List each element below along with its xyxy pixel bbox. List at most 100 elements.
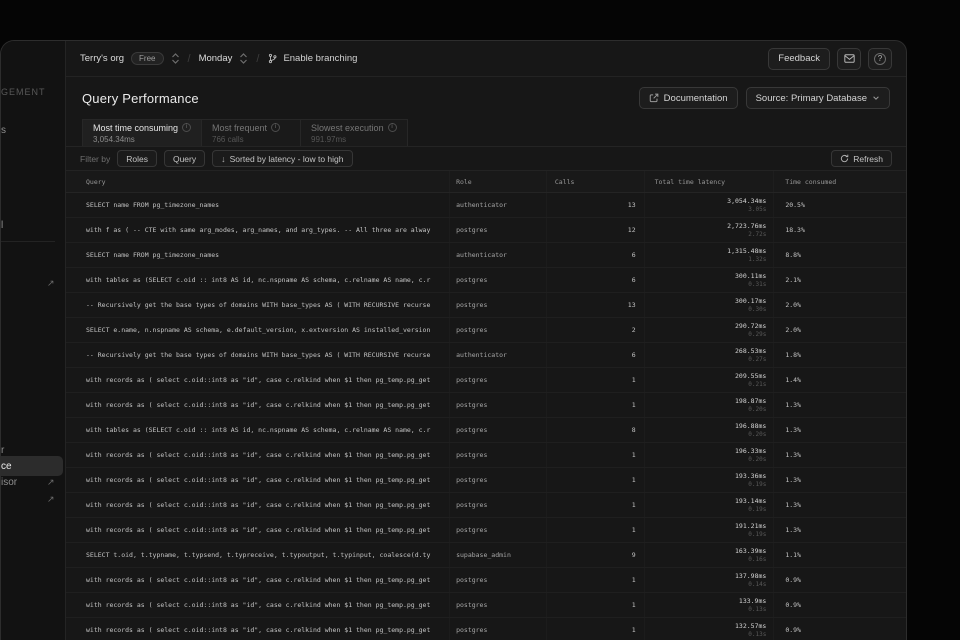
tab-most-time-consuming[interactable]: Most time consumingi 3,054.34ms: [82, 119, 202, 146]
query-cell: with records as ( select c.oid::int8 as …: [66, 443, 450, 467]
time-consumed-cell: 2.0%: [774, 318, 906, 342]
filter-by-label: Filter by: [80, 154, 110, 164]
tab-label: Most frequent: [212, 123, 267, 133]
total-time-cell: 198.87ms0.20s: [645, 393, 775, 417]
time-consumed-cell: 2.1%: [774, 268, 906, 292]
external-link-icon[interactable]: ↗: [47, 494, 55, 505]
enable-branching-label: Enable branching: [283, 53, 357, 64]
table-row[interactable]: with records as ( select c.oid::int8 as …: [66, 393, 906, 418]
external-link-icon[interactable]: ↗: [47, 278, 55, 289]
query-cell: -- Recursively get the base types of dom…: [66, 343, 450, 367]
calls-cell: 1: [547, 568, 645, 592]
sidebar-item-label: ce: [1, 461, 12, 472]
sidebar: GEMENT s l ↗ r ce isor ↗ ↗: [1, 41, 66, 640]
table-row[interactable]: with records as ( select c.oid::int8 as …: [66, 443, 906, 468]
calls-cell: 13: [547, 193, 645, 217]
sidebar-item[interactable]: l: [1, 220, 3, 231]
project-name[interactable]: Monday: [199, 53, 233, 64]
role-cell: postgres: [450, 618, 547, 640]
time-consumed-cell: 1.4%: [774, 368, 906, 392]
table-row[interactable]: -- Recursively get the base types of dom…: [66, 293, 906, 318]
table-row[interactable]: with f as ( -- CTE with same arg_modes, …: [66, 218, 906, 243]
chevron-updown-icon[interactable]: [239, 53, 248, 64]
refresh-button[interactable]: Refresh: [831, 150, 892, 167]
calls-cell: 6: [547, 243, 645, 267]
total-time-cell: 196.33ms0.20s: [645, 443, 775, 467]
tab-slowest-execution[interactable]: Slowest executioni 991.97ms: [300, 119, 408, 146]
chevron-down-icon: [872, 94, 880, 102]
sidebar-item-active[interactable]: ce: [1, 456, 63, 476]
table-row[interactable]: with tables as (SELECT c.oid :: int8 AS …: [66, 268, 906, 293]
total-time-cell: 132.57ms0.13s: [645, 618, 775, 640]
source-select[interactable]: Source: Primary Database: [746, 87, 890, 109]
calls-cell: 6: [547, 268, 645, 292]
tab-bar: Most time consumingi 3,054.34ms Most fre…: [66, 119, 906, 147]
documentation-label: Documentation: [664, 93, 728, 104]
sidebar-item[interactable]: r: [1, 445, 4, 456]
time-consumed-cell: 1.8%: [774, 343, 906, 367]
calls-cell: 8: [547, 418, 645, 442]
calls-cell: 1: [547, 368, 645, 392]
refresh-label: Refresh: [853, 154, 883, 164]
enable-branching-button[interactable]: Enable branching: [267, 53, 357, 64]
tab-value: 3,054.34ms: [93, 135, 191, 144]
external-link-icon[interactable]: ↗: [47, 477, 55, 488]
tab-label: Slowest execution: [311, 123, 384, 133]
refresh-icon: [840, 154, 849, 163]
table-header: Query Role Calls Total time latency Time…: [66, 171, 906, 193]
time-consumed-cell: 1.3%: [774, 418, 906, 442]
role-cell: authenticator: [450, 193, 547, 217]
external-link-icon: [649, 93, 659, 103]
table-row[interactable]: with records as ( select c.oid::int8 as …: [66, 493, 906, 518]
table-row[interactable]: SELECT e.name, n.nspname AS schema, e.de…: [66, 318, 906, 343]
calls-cell: 9: [547, 543, 645, 567]
table-row[interactable]: with records as ( select c.oid::int8 as …: [66, 618, 906, 640]
table-row[interactable]: with records as ( select c.oid::int8 as …: [66, 368, 906, 393]
total-time-cell: 300.11ms0.31s: [645, 268, 775, 292]
time-consumed-cell: 0.9%: [774, 568, 906, 592]
org-name[interactable]: Terry's org: [80, 53, 124, 64]
role-cell: postgres: [450, 568, 547, 592]
column-header-query[interactable]: Query: [66, 171, 450, 192]
role-cell: postgres: [450, 418, 547, 442]
table-row[interactable]: SELECT t.oid, t.typname, t.typsend, t.ty…: [66, 543, 906, 568]
tab-most-frequent[interactable]: Most frequenti 766 calls: [201, 119, 301, 146]
sidebar-item[interactable]: s: [1, 125, 6, 136]
column-header-time-consumed[interactable]: Time consumed: [774, 171, 906, 192]
table-row[interactable]: with tables as (SELECT c.oid :: int8 AS …: [66, 418, 906, 443]
query-cell: with tables as (SELECT c.oid :: int8 AS …: [66, 418, 450, 442]
total-time-cell: 1,315.48ms1.32s: [645, 243, 775, 267]
chevron-updown-icon[interactable]: [171, 53, 180, 64]
time-consumed-cell: 18.3%: [774, 218, 906, 242]
role-cell: postgres: [450, 393, 547, 417]
table-row[interactable]: SELECT name FROM pg_timezone_namesauthen…: [66, 193, 906, 218]
query-cell: -- Recursively get the base types of dom…: [66, 293, 450, 317]
calls-cell: 1: [547, 393, 645, 417]
calls-cell: 1: [547, 493, 645, 517]
query-filter-button[interactable]: Query: [164, 150, 205, 167]
role-cell: postgres: [450, 443, 547, 467]
help-button[interactable]: ?: [868, 48, 892, 70]
time-consumed-cell: 1.3%: [774, 393, 906, 417]
sidebar-section-label: GEMENT: [1, 87, 46, 97]
table-row[interactable]: -- Recursively get the base types of dom…: [66, 343, 906, 368]
column-header-calls[interactable]: Calls: [547, 171, 645, 192]
table-row[interactable]: with records as ( select c.oid::int8 as …: [66, 568, 906, 593]
column-header-total-time[interactable]: Total time latency: [645, 171, 775, 192]
filter-bar: Filter by Roles Query ↓ Sorted by latenc…: [66, 147, 906, 171]
sort-label: Sorted by latency - low to high: [230, 154, 344, 164]
sidebar-item[interactable]: isor: [1, 477, 17, 488]
page-title: Query Performance: [82, 91, 199, 106]
table-row[interactable]: SELECT name FROM pg_timezone_namesauthen…: [66, 243, 906, 268]
table-row[interactable]: with records as ( select c.oid::int8 as …: [66, 593, 906, 618]
page-header-actions: Documentation Source: Primary Database: [639, 87, 890, 109]
roles-filter-button[interactable]: Roles: [117, 150, 157, 167]
table-row[interactable]: with records as ( select c.oid::int8 as …: [66, 468, 906, 493]
sort-button[interactable]: ↓ Sorted by latency - low to high: [212, 150, 352, 167]
page-header: Query Performance Documentation Source: …: [66, 77, 906, 119]
feedback-button[interactable]: Feedback: [768, 48, 830, 70]
column-header-role[interactable]: Role: [450, 171, 547, 192]
documentation-button[interactable]: Documentation: [639, 87, 738, 109]
inbox-button[interactable]: [837, 48, 861, 70]
table-row[interactable]: with records as ( select c.oid::int8 as …: [66, 518, 906, 543]
